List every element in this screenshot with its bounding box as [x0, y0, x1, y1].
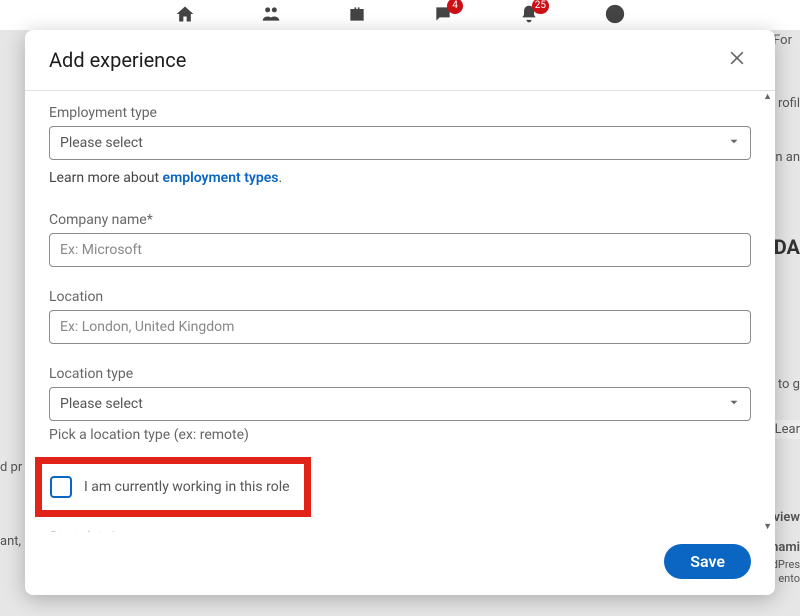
- modal-header: Add experience: [25, 30, 775, 91]
- location-type-select[interactable]: Please select: [49, 387, 751, 421]
- scroll-up-arrow-icon[interactable]: ▲: [763, 91, 772, 102]
- currently-working-checkbox[interactable]: [50, 476, 72, 498]
- highlight-annotation: I am currently working in this role: [35, 457, 311, 517]
- employment-type-field: Employment type Please select: [49, 105, 751, 160]
- employment-types-link[interactable]: employment types: [163, 170, 279, 186]
- learn-more-text: Learn more about employment types.: [49, 170, 751, 186]
- company-name-input[interactable]: [49, 233, 751, 267]
- location-type-field: Location type Please select Pick a locat…: [49, 366, 751, 443]
- modal-title: Add experience: [49, 48, 186, 72]
- employment-type-label: Employment type: [49, 105, 751, 121]
- close-button[interactable]: [723, 44, 751, 76]
- modal-footer: Save: [25, 532, 775, 595]
- add-experience-modal: Add experience ▲ Employment type Please …: [25, 30, 775, 595]
- location-input[interactable]: [49, 310, 751, 344]
- save-button[interactable]: Save: [664, 544, 751, 579]
- modal-body[interactable]: ▲ Employment type Please select Learn mo…: [25, 91, 775, 532]
- scroll-down-arrow-icon[interactable]: ▼: [763, 521, 772, 532]
- location-label: Location: [49, 289, 751, 305]
- company-name-field: Company name*: [49, 212, 751, 267]
- modal-overlay: Add experience ▲ Employment type Please …: [0, 0, 800, 616]
- currently-working-label: I am currently working in this role: [84, 479, 290, 495]
- location-type-label: Location type: [49, 366, 751, 382]
- start-date-label: Start date*: [49, 529, 751, 532]
- location-type-helper: Pick a location type (ex: remote): [49, 427, 751, 443]
- employment-type-select[interactable]: Please select: [49, 126, 751, 160]
- location-field: Location: [49, 289, 751, 344]
- company-name-label: Company name*: [49, 212, 751, 228]
- close-icon: [727, 57, 747, 72]
- currently-working-checkbox-row[interactable]: I am currently working in this role: [42, 464, 304, 510]
